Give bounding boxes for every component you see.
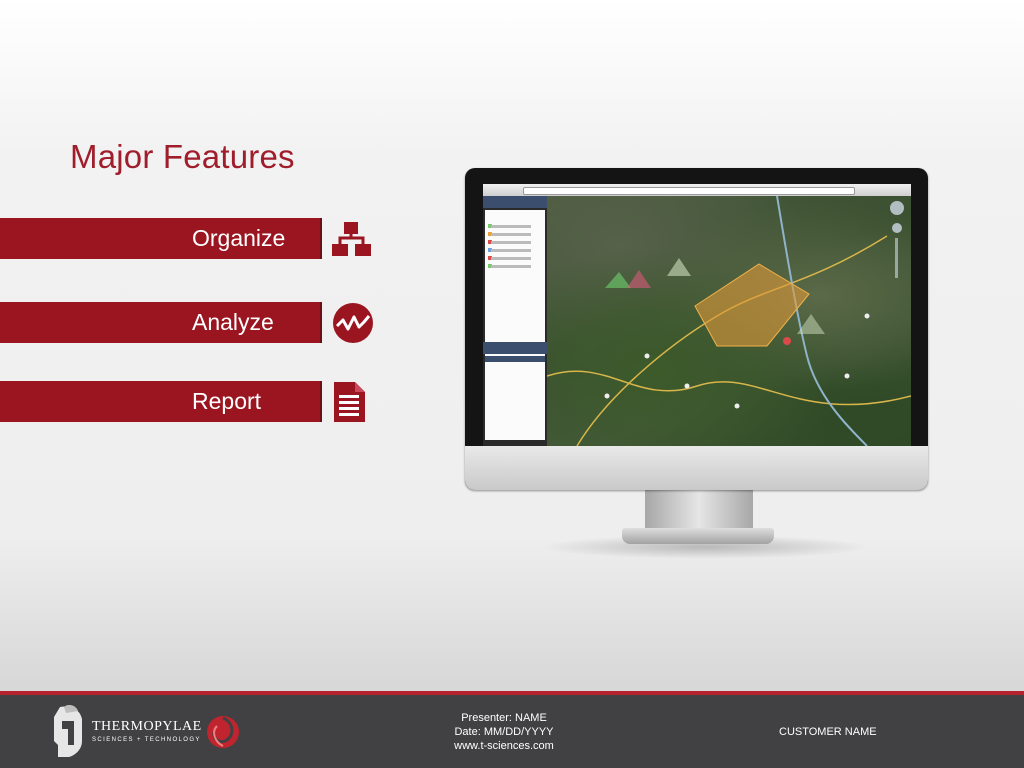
feature-bar-report: Report [0, 381, 322, 422]
monitor-chin [465, 446, 928, 490]
sidebar-header-2 [483, 342, 547, 354]
monitor [465, 168, 928, 490]
browser-address-bar [523, 187, 855, 195]
company-logo-text: THERMOPYLAE [92, 719, 202, 734]
website-link[interactable]: www.t-sciences.com [404, 739, 604, 753]
hierarchy-icon [331, 220, 373, 263]
monitor-base [622, 528, 774, 544]
feature-label-analyze: Analyze [192, 309, 274, 335]
sidebar-header [483, 196, 547, 208]
satellite-map [547, 196, 911, 446]
presentation-date: Date: MM/DD/YYYY [454, 726, 554, 738]
slide-title: Major Features [70, 138, 295, 175]
app-sidebar [483, 196, 547, 446]
footer: THERMOPYLAE SCIENCES + TECHNOLOGY Presen… [0, 695, 1024, 768]
browser-toolbar [483, 184, 911, 196]
presenter-name: Presenter: NAME [461, 712, 547, 724]
feature-bar-organize: Organize [0, 218, 322, 259]
detail-panel [485, 354, 545, 440]
customer-name: CUSTOMER NAME [779, 726, 877, 738]
document-icon [333, 381, 367, 428]
red-swirl-logo-icon [205, 714, 241, 755]
trend-line-icon [332, 302, 374, 349]
company-logo-subtext: SCIENCES + TECHNOLOGY [92, 737, 201, 743]
spartan-helmet-logo-icon [52, 704, 86, 764]
monitor-screen [483, 184, 911, 446]
feature-label-report: Report [192, 388, 262, 414]
layer-panel [485, 210, 545, 342]
presenter-info: Presenter: NAME Date: MM/DD/YYYY www.t-s… [404, 711, 604, 753]
feature-bar-analyze: Analyze [0, 302, 322, 343]
feature-label-organize: Organize [192, 225, 286, 251]
